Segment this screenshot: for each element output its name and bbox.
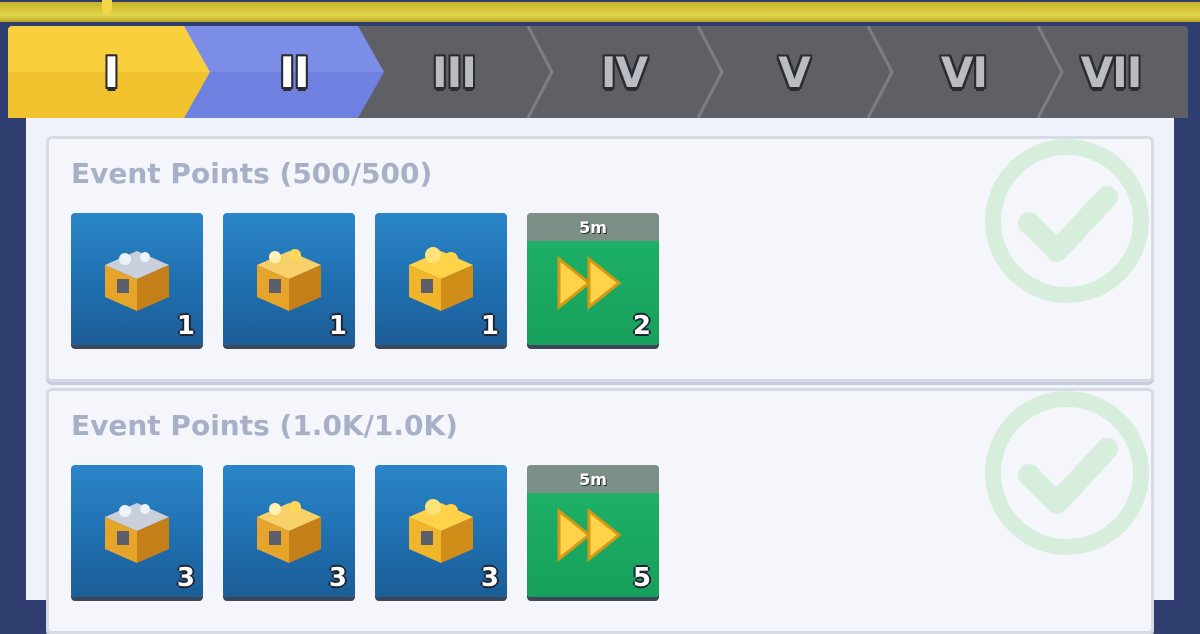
speedup-duration-tag: 5m — [527, 213, 659, 241]
milestone-title: Event Points (1.0K/1.0K) — [71, 409, 458, 442]
reward-item-silver-chest[interactable]: 3 — [71, 465, 203, 597]
milestone-list: Event Points (500/500) 1 1 1 5m 2 Event … — [26, 118, 1174, 634]
tab-tier-7[interactable]: VII — [1034, 26, 1188, 118]
reward-quantity: 5 — [632, 563, 651, 593]
tab-label: VII — [1080, 47, 1143, 97]
gold-ore-chest-icon — [409, 499, 473, 563]
completed-check-icon — [985, 139, 1149, 303]
reward-quantity: 2 — [632, 311, 651, 341]
speedup-duration-tag: 5m — [527, 465, 659, 493]
silver-chest-icon — [105, 503, 169, 563]
gold-chest-icon — [257, 501, 321, 563]
reward-quantity: 1 — [176, 311, 195, 341]
reward-item-gold-chest[interactable]: 1 — [223, 213, 355, 345]
gold-ore-chest-icon — [409, 247, 473, 311]
tier-tabs: I II III IV V VI VII — [8, 26, 1188, 118]
gold-chest-icon — [257, 249, 321, 311]
reward-quantity: 3 — [480, 563, 499, 593]
milestone-card: Event Points (500/500) 1 1 1 5m 2 — [46, 136, 1154, 382]
reward-item-gold-ore-chest[interactable]: 3 — [375, 465, 507, 597]
reward-item-gold-chest[interactable]: 3 — [223, 465, 355, 597]
silver-chest-icon — [105, 251, 169, 311]
reward-quantity: 1 — [480, 311, 499, 341]
speedup-icon — [557, 255, 622, 311]
reward-item-speedup[interactable]: 5m 2 — [527, 213, 659, 345]
reward-quantity: 3 — [176, 563, 195, 593]
reward-quantity: 1 — [328, 311, 347, 341]
progress-marker — [102, 0, 112, 14]
reward-item-silver-chest[interactable]: 1 — [71, 213, 203, 345]
milestone-card: Event Points (1.0K/1.0K) 3 3 3 5m 5 — [46, 388, 1154, 634]
reward-item-gold-ore-chest[interactable]: 1 — [375, 213, 507, 345]
reward-quantity: 3 — [328, 563, 347, 593]
speedup-icon — [557, 507, 622, 563]
reward-item-speedup[interactable]: 5m 5 — [527, 465, 659, 597]
completed-check-icon — [985, 391, 1149, 555]
event-progress-bar — [0, 0, 1200, 22]
milestone-title: Event Points (500/500) — [71, 157, 433, 190]
